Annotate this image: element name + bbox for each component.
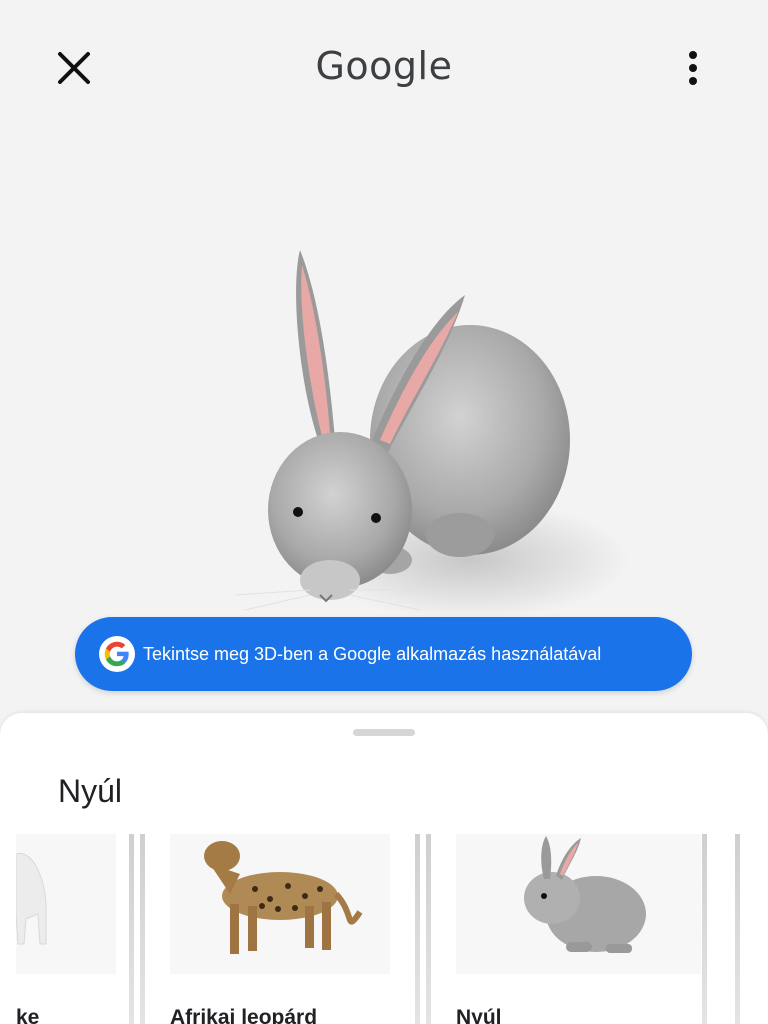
model-viewer[interactable]	[0, 140, 768, 700]
card-divider	[129, 834, 134, 1024]
card-divider	[702, 834, 707, 1024]
more-options-button[interactable]	[680, 48, 706, 88]
bottom-sheet: Nyúl ke Afrikai leopárd Nyúl	[0, 713, 768, 1024]
model-card-label: Afrikai leopárd	[170, 1006, 318, 1024]
model-card-leopard[interactable]: Afrikai leopárd	[170, 834, 390, 1024]
card-divider	[426, 834, 431, 1024]
card-divider	[140, 834, 145, 1024]
google-logo: Google	[315, 44, 453, 88]
card-divider	[415, 834, 420, 1024]
google-g-icon	[99, 636, 135, 672]
related-models-carousel[interactable]: ke Afrikai leopárd Nyúl	[15, 834, 768, 1024]
leopard-image	[170, 834, 390, 974]
view-in-3d-button[interactable]: Tekintse meg 3D-ben a Google alkalmazás …	[75, 617, 692, 691]
more-vert-icon	[689, 51, 697, 59]
card-divider	[735, 834, 740, 1024]
model-card-label: Nyúl	[456, 1006, 502, 1024]
sheet-title: Nyúl	[58, 773, 123, 809]
model-card-rabbit[interactable]: Nyúl	[456, 834, 701, 1024]
goat-image	[15, 834, 116, 974]
model-card-goat[interactable]: ke	[15, 834, 116, 1024]
rabbit-image	[456, 834, 701, 974]
rabbit-model-icon[interactable]	[0, 140, 768, 700]
view-in-3d-label: Tekintse meg 3D-ben a Google alkalmazás …	[143, 643, 602, 664]
drag-handle[interactable]	[353, 729, 415, 736]
model-card-label: ke	[16, 1006, 40, 1024]
top-bar: Google	[0, 0, 768, 140]
